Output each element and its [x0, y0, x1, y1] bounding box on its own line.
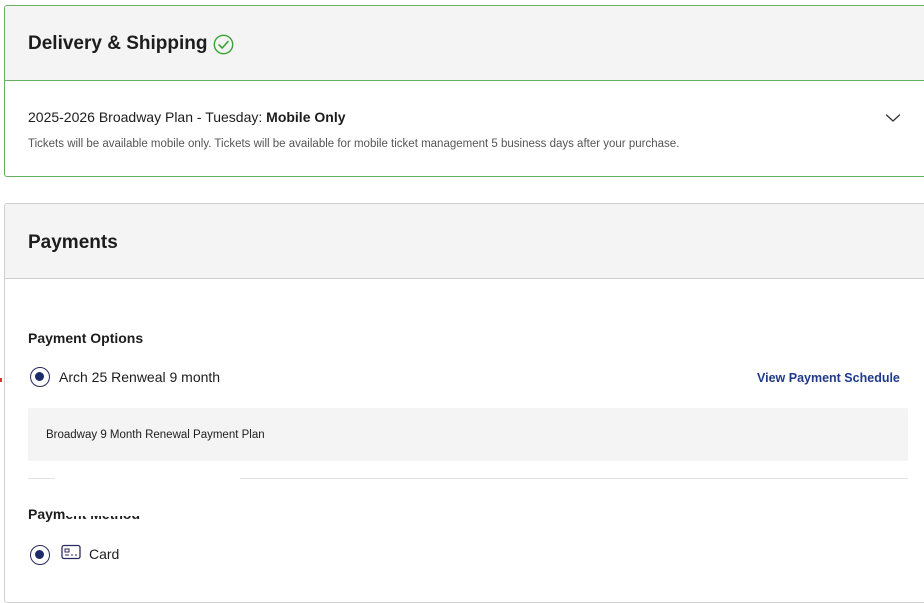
payments-header: Payments — [5, 204, 924, 279]
payment-options-label: Payment Options — [28, 330, 144, 346]
payment-method-option-label[interactable]: Card — [89, 546, 119, 562]
delivery-plan-line: 2025-2026 Broadway Plan - Tuesday: Mobil… — [28, 109, 346, 125]
payment-plan-box: Broadway 9 Month Renewal Payment Plan — [28, 408, 908, 461]
payment-method-label-overlay — [65, 504, 185, 516]
payment-method-radio[interactable] — [30, 545, 50, 565]
payments-card: Payments Payment Options Arch 25 Renweal… — [4, 203, 924, 603]
delivery-header: Delivery & Shipping — [5, 6, 924, 81]
view-payment-schedule-link[interactable]: View Payment Schedule — [757, 371, 900, 385]
credit-card-icon — [61, 544, 81, 565]
delivery-shipping-card: Delivery & Shipping 2025-2026 Broadway P… — [4, 5, 924, 177]
check-circle-icon — [213, 34, 234, 55]
delivery-title: Delivery & Shipping — [28, 33, 234, 55]
delivery-plan-prefix: 2025-2026 Broadway Plan - Tuesday: — [28, 109, 267, 125]
payment-option-label[interactable]: Arch 25 Renweal 9 month — [59, 369, 220, 385]
delivery-note: Tickets will be available mobile only. T… — [28, 138, 680, 150]
payment-plan-description: Broadway 9 Month Renewal Payment Plan — [46, 429, 265, 441]
chevron-down-icon[interactable] — [885, 110, 901, 128]
payment-option-radio[interactable] — [30, 367, 50, 387]
payments-title: Payments — [28, 232, 118, 253]
edge-marker — [0, 378, 2, 382]
delivery-title-text: Delivery & Shipping — [28, 33, 208, 54]
divider-gap — [55, 472, 240, 486]
delivery-method: Mobile Only — [266, 109, 346, 125]
